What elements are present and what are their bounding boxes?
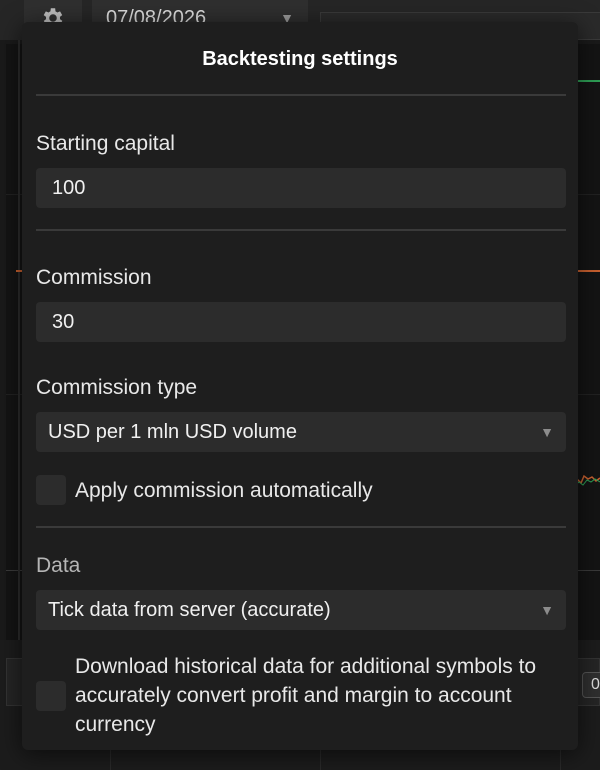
starting-capital-value: 100 [52, 176, 86, 199]
chart-left-border [18, 40, 20, 640]
chevron-down-icon: ▼ [540, 602, 554, 618]
commission-input[interactable]: 30 [36, 302, 566, 342]
commission-label: Commission [36, 266, 152, 289]
starting-capital-label: Starting capital [36, 132, 175, 155]
commission-type-select[interactable]: USD per 1 mln USD volume ▼ [36, 412, 566, 452]
starting-capital-input[interactable]: 100 [36, 168, 566, 208]
bottom-right-button-label: 0 [591, 676, 600, 693]
data-section-label: Data [36, 554, 81, 577]
commission-type-value: USD per 1 mln USD volume [48, 420, 297, 443]
divider [36, 94, 566, 96]
apply-commission-label[interactable]: Apply commission automatically [75, 476, 373, 505]
commission-value: 30 [52, 310, 75, 333]
data-source-value: Tick data from server (accurate) [48, 598, 331, 621]
apply-commission-checkbox[interactable] [36, 475, 66, 505]
chevron-down-icon: ▼ [540, 424, 554, 440]
download-history-row[interactable]: Download historical data for additional … [36, 652, 565, 739]
download-history-label[interactable]: Download historical data for additional … [75, 652, 565, 739]
divider [36, 229, 566, 231]
apply-commission-row[interactable]: Apply commission automatically [36, 475, 373, 505]
commission-type-label: Commission type [36, 376, 198, 399]
dialog-title: Backtesting settings [202, 48, 398, 70]
download-history-checkbox[interactable] [36, 680, 66, 711]
backtesting-settings-dialog: Backtesting settings Starting capital 10… [22, 22, 578, 750]
data-source-select[interactable]: Tick data from server (accurate) ▼ [36, 590, 566, 630]
chart-orange-marker-right [576, 270, 600, 272]
bottom-right-button[interactable]: 0 [582, 672, 600, 698]
divider [36, 526, 566, 528]
